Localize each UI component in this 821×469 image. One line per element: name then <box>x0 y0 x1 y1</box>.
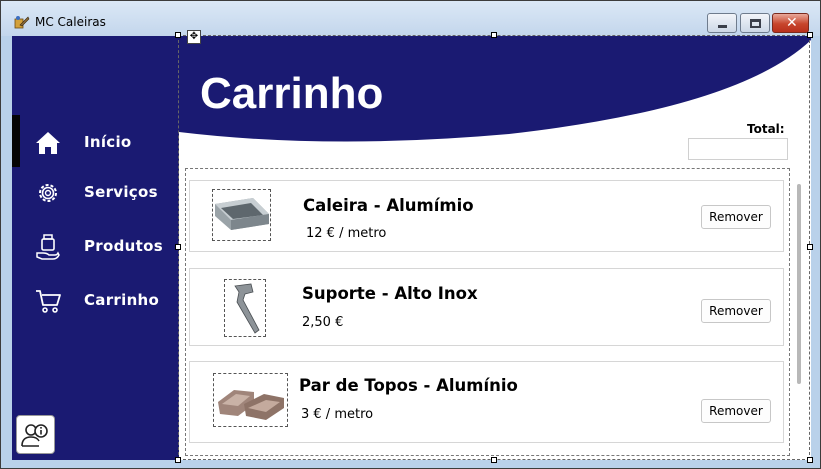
product-name: Suporte - Alto Inox <box>302 284 478 303</box>
total-field <box>688 138 788 160</box>
resize-handle[interactable] <box>491 457 497 463</box>
close-icon: ✕ <box>786 15 798 31</box>
app-window: MC Caleiras ✕ Início Serviços Produtos C… <box>0 0 821 469</box>
minimize-button[interactable] <box>707 13 737 33</box>
cart-icon <box>36 290 61 313</box>
product-image <box>224 279 266 337</box>
about-button[interactable] <box>16 415 55 454</box>
sidebar-item-servicos[interactable]: Serviços <box>12 173 179 213</box>
client-area: Início Serviços Produtos Carrinho Carrin… <box>12 36 811 460</box>
remove-button[interactable]: Remover <box>701 299 771 323</box>
sidebar-item-carrinho[interactable]: Carrinho <box>12 281 179 321</box>
product-price: 12 € / metro <box>306 226 387 241</box>
list-item: Par de Topos - Alumínio 3 € / metro Remo… <box>189 361 784 443</box>
sidebar-item-label: Produtos <box>84 237 163 255</box>
resize-handle[interactable] <box>175 244 181 250</box>
remove-button[interactable]: Remover <box>701 205 771 229</box>
resize-handle[interactable] <box>807 32 813 38</box>
sidebar-item-label: Início <box>84 133 132 151</box>
product-hand-icon <box>36 234 60 260</box>
product-image <box>213 373 288 427</box>
scrollbar[interactable] <box>797 184 801 384</box>
resize-handle[interactable] <box>807 457 813 463</box>
cart-panel: Carrinho Total: Caleira - Alumímio 12 € … <box>179 36 811 460</box>
minimize-icon <box>718 25 727 28</box>
product-price: 2,50 € <box>302 315 344 330</box>
total-label: Total: <box>747 122 785 136</box>
remove-button[interactable]: Remover <box>701 399 771 423</box>
app-icon <box>14 16 30 29</box>
resize-handle[interactable] <box>807 244 813 250</box>
maximize-icon <box>750 19 761 28</box>
user-info-icon <box>21 424 48 447</box>
move-icon[interactable]: ✥ <box>187 30 201 44</box>
list-item: Caleira - Alumímio 12 € / metro Remover <box>189 180 784 252</box>
list-item: Suporte - Alto Inox 2,50 € Remover <box>189 268 784 346</box>
sidebar: Início Serviços Produtos Carrinho <box>12 36 179 460</box>
resize-handle[interactable] <box>175 32 181 38</box>
sidebar-item-produtos[interactable]: Produtos <box>12 227 179 267</box>
sidebar-item-label: Serviços <box>84 183 158 201</box>
resize-handle[interactable] <box>491 32 497 38</box>
product-name: Caleira - Alumímio <box>303 196 474 215</box>
home-icon <box>36 132 60 154</box>
product-image <box>212 189 271 241</box>
resize-handle[interactable] <box>175 457 181 463</box>
close-button[interactable]: ✕ <box>772 13 809 33</box>
product-price: 3 € / metro <box>301 407 374 422</box>
sidebar-item-label: Carrinho <box>84 291 160 309</box>
product-name: Par de Topos - Alumínio <box>299 376 518 395</box>
gear-icon <box>39 184 57 202</box>
title-bar[interactable]: MC Caleiras ✕ <box>1 1 820 36</box>
page-title: Carrinho <box>200 69 384 118</box>
sidebar-item-inicio[interactable]: Início <box>12 123 179 163</box>
maximize-button[interactable] <box>740 13 770 33</box>
window-title: MC Caleiras <box>35 15 106 29</box>
